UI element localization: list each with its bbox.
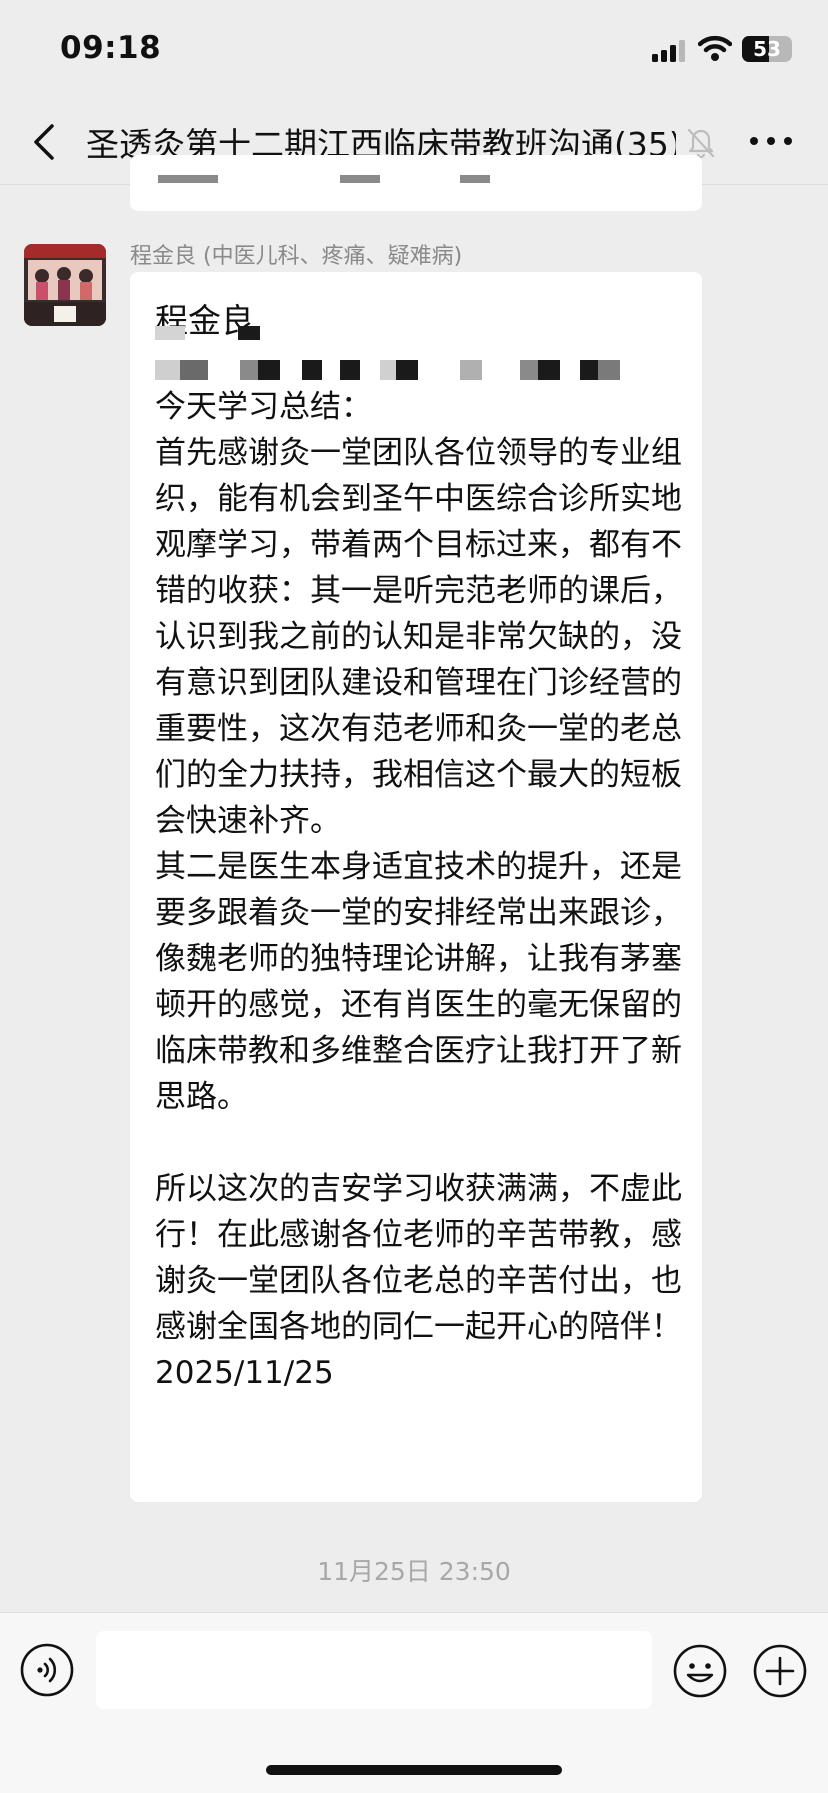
message-timestamp: 11月25日 23:50 <box>317 1557 511 1586</box>
message-bubble[interactable]: 程金良 今天学习总结： 首先感谢灸一堂团队各位领导的专业组织，能有机会到圣午中医… <box>130 272 702 1502</box>
message-input[interactable] <box>96 1631 652 1709</box>
plus-icon[interactable] <box>752 1643 808 1699</box>
avatar[interactable] <box>24 244 106 326</box>
voice-icon[interactable] <box>20 1643 74 1697</box>
input-bar <box>0 1612 828 1793</box>
back-arrow-icon[interactable] <box>28 120 64 164</box>
sender-name: 程金良 (中医儿科、疼痛、疑难病) <box>130 244 463 269</box>
battery-percent: 53 <box>753 37 781 61</box>
message-text: 今天学习总结： 首先感谢灸一堂团队各位领导的专业组织，能有机会到圣午中医综合诊所… <box>155 389 682 1391</box>
status-bar: 09:18 53 <box>0 0 828 100</box>
signal-icon <box>652 40 688 62</box>
previous-message-bubble <box>130 155 702 211</box>
more-icon[interactable] <box>750 136 794 148</box>
emoji-icon[interactable] <box>672 1643 728 1699</box>
battery-icon: 53 <box>742 36 792 62</box>
wifi-icon <box>697 34 733 62</box>
home-indicator <box>266 1765 562 1775</box>
status-time: 09:18 <box>60 30 162 66</box>
